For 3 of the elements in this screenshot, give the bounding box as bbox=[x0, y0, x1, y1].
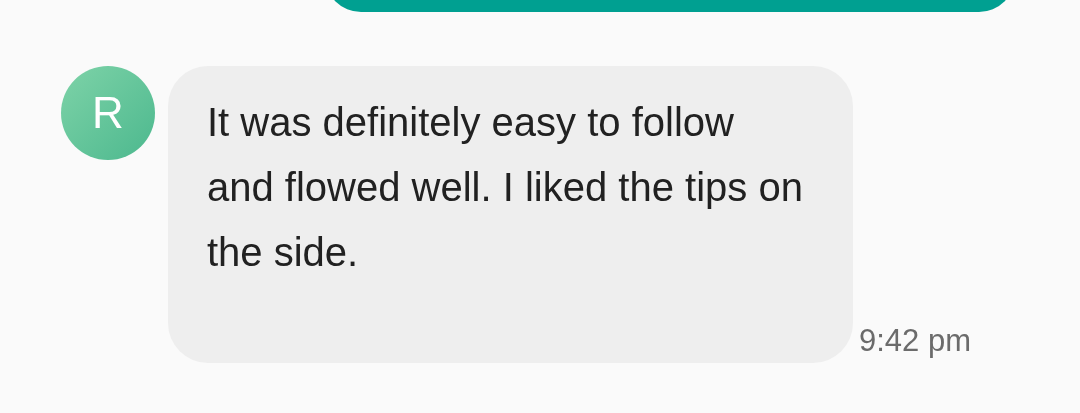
message-text: It was definitely easy to follow and flowed well. I liked the tips on the side. bbox=[207, 99, 804, 276]
message-time: 9:42 pm bbox=[859, 322, 971, 360]
avatar: R bbox=[61, 66, 155, 160]
